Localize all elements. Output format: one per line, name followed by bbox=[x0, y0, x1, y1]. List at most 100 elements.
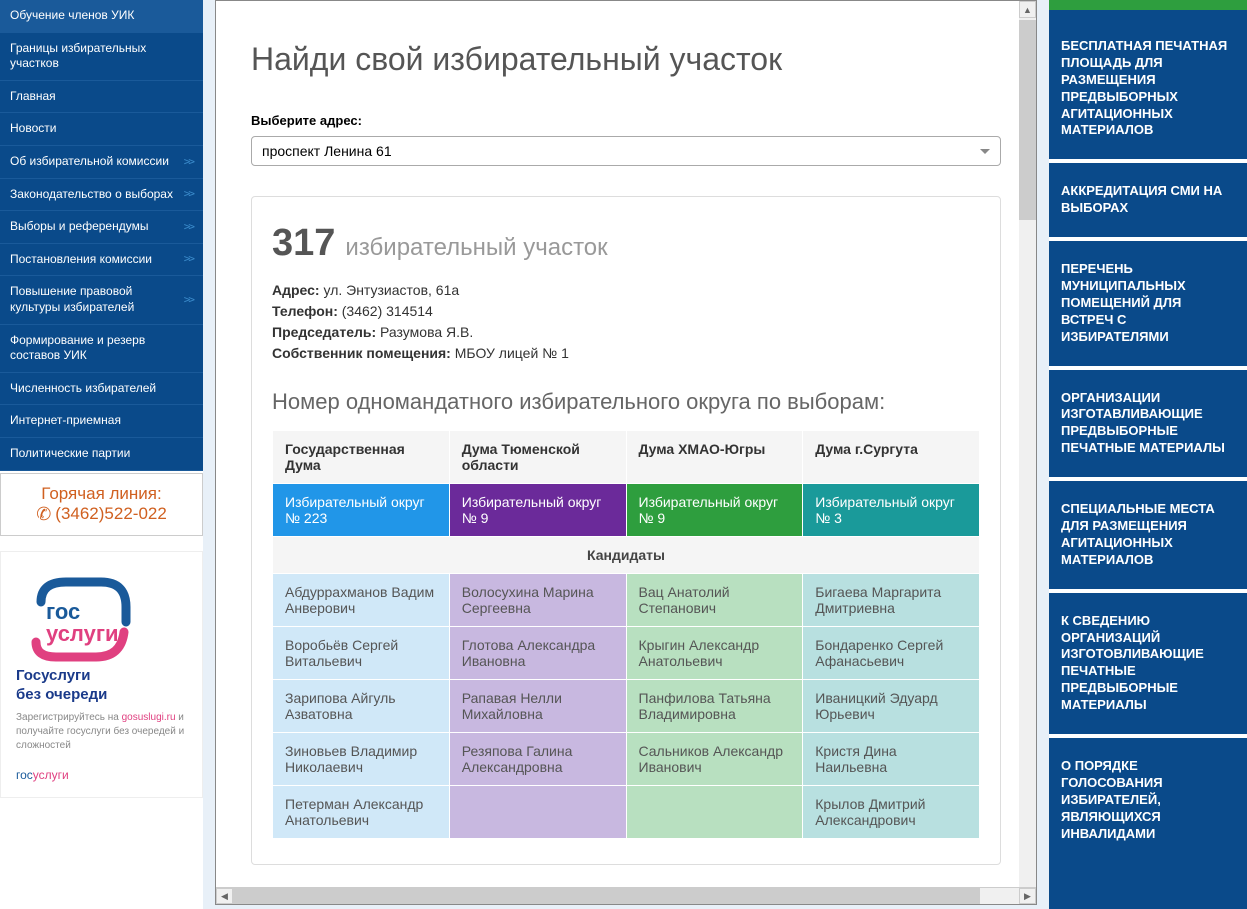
address-select[interactable]: проспект Ленина 61 bbox=[251, 136, 1001, 166]
nav-item-11[interactable]: Интернет-приемная bbox=[0, 405, 203, 438]
candidate-cell: Воробьёв Сергей Витальевич bbox=[273, 627, 450, 680]
nav-item-0[interactable]: Обучение членов УИК bbox=[0, 0, 203, 33]
content-scroll[interactable]: Найди свой избирательный участок Выберит… bbox=[216, 1, 1036, 887]
candidate-cell: Сальников Александр Иванович bbox=[626, 733, 803, 786]
nav-item-2[interactable]: Главная bbox=[0, 81, 203, 114]
nav-item-label: Повышение правовой культуры избирателей bbox=[10, 284, 184, 315]
chevron-right-icon: >> bbox=[184, 252, 193, 266]
nav-item-4[interactable]: Об избирательной комиссии>> bbox=[0, 146, 203, 179]
nav-item-10[interactable]: Численность избирателей bbox=[0, 373, 203, 406]
right-nav-item-3[interactable]: ОРГАНИЗАЦИИ ИЗГОТАВЛИВАЮЩИЕ ПРЕДВЫБОРНЫЕ… bbox=[1049, 380, 1247, 468]
scroll-left-icon[interactable]: ◀ bbox=[216, 888, 233, 904]
horizontal-scrollbar[interactable]: ◀ ▶ bbox=[216, 887, 1036, 904]
right-nav-item-6[interactable]: О ПОРЯДКЕ ГОЛОСОВАНИЯ ИЗБИРАТЕЛЕЙ, ЯВЛЯЮ… bbox=[1049, 748, 1247, 852]
nav-item-7[interactable]: Постановления комиссии >> bbox=[0, 244, 203, 277]
nav-item-label: Обучение членов УИК bbox=[10, 8, 134, 24]
info-chairperson: Председатель: Разумова Я.В. bbox=[272, 322, 980, 343]
right-sidebar: БЕСПЛАТНАЯ ПЕЧАТНАЯ ПЛОЩАДЬ ДЛЯ РАЗМЕЩЕН… bbox=[1049, 0, 1247, 909]
candidate-row: Зиновьев Владимир НиколаевичРезяпова Гал… bbox=[273, 733, 980, 786]
right-nav-item-2[interactable]: ПЕРЕЧЕНЬ МУНИЦИПАЛЬНЫХ ПОМЕЩЕНИЙ ДЛЯ ВСТ… bbox=[1049, 251, 1247, 355]
candidate-cell: Волосухина Марина Сергеевна bbox=[449, 574, 626, 627]
nav-item-label: Формирование и резерв составов УИК bbox=[10, 333, 193, 364]
nav-item-3[interactable]: Новости bbox=[0, 113, 203, 146]
candidate-cell: Зарипова Айгуль Азватовна bbox=[273, 680, 450, 733]
banner-text: Зарегистрируйтесь на gosuslugi.ru и полу… bbox=[16, 711, 187, 753]
right-separator bbox=[1049, 589, 1247, 593]
address-value: проспект Ленина 61 bbox=[262, 143, 392, 159]
page-root: Обучение членов УИК Границы избирательных… bbox=[0, 0, 1247, 909]
scroll-right-icon[interactable]: ▶ bbox=[1019, 888, 1036, 904]
right-nav-item-1[interactable]: АККРЕДИТАЦИЯ СМИ НА ВЫБОРАХ bbox=[1049, 173, 1247, 227]
banner-title: Госуслуги bbox=[16, 667, 187, 684]
center-column: Найди свой избирательный участок Выберит… bbox=[203, 0, 1049, 909]
right-separator bbox=[1049, 734, 1247, 738]
result-panel: 317 избирательный участок Адрес: ул. Энт… bbox=[251, 196, 1001, 865]
scroll-thumb-v[interactable] bbox=[1019, 20, 1036, 220]
districts-heading: Номер одномандатного избирательного окру… bbox=[272, 389, 980, 415]
nav-item-1[interactable]: Границы избирательных участков bbox=[0, 33, 203, 81]
candidate-cell: Петерман Александр Анатольевич bbox=[273, 786, 450, 839]
right-separator bbox=[1049, 159, 1247, 163]
candidate-cell: Крылов Дмитрий Александрович bbox=[803, 786, 980, 839]
nav-item-label: Новости bbox=[10, 121, 56, 137]
right-top-accent bbox=[1049, 0, 1247, 10]
candidate-row: Петерман Александр Анатольевич Крылов Дми… bbox=[273, 786, 980, 839]
table-header-2: Дума ХМАО-Югры bbox=[626, 431, 803, 484]
nav-item-label: Интернет-приемная bbox=[10, 413, 121, 429]
nav-item-9[interactable]: Формирование и резерв составов УИК bbox=[0, 325, 203, 373]
chevron-right-icon: >> bbox=[184, 187, 193, 201]
candidate-row: Воробьёв Сергей ВитальевичГлотова Алекса… bbox=[273, 627, 980, 680]
candidate-cell: Бигаева Маргарита Дмитриевна bbox=[803, 574, 980, 627]
station-number: 317 bbox=[272, 222, 335, 265]
candidates-header: Кандидаты bbox=[273, 537, 980, 574]
nav-item-label: Законодательство о выборах bbox=[10, 187, 173, 203]
table-header-3: Дума г.Сургута bbox=[803, 431, 980, 484]
right-separator bbox=[1049, 477, 1247, 481]
phone-icon: ✆ bbox=[36, 504, 51, 525]
chevron-right-icon: >> bbox=[184, 293, 193, 307]
gosuslugi-logo: гос услуги bbox=[16, 567, 146, 667]
banner-subtitle: без очереди bbox=[16, 686, 187, 703]
station-label: избирательный участок bbox=[345, 234, 607, 262]
content-frame: Найди свой избирательный участок Выберит… bbox=[215, 0, 1037, 905]
nav-item-label: Численность избирателей bbox=[10, 381, 156, 397]
right-nav-item-5[interactable]: К СВЕДЕНИЮ ОРГАНИЗАЦИЙ ИЗГОТОВЛИВАЮЩИЕ П… bbox=[1049, 603, 1247, 724]
hotline-box: Горячая линия: ✆ (3462)522-022 bbox=[0, 473, 203, 536]
candidate-cell: Зиновьев Владимир Николаевич bbox=[273, 733, 450, 786]
gosuslugi-link[interactable]: gosuslugi.ru bbox=[122, 712, 176, 723]
table-header-0: Государственная Дума bbox=[273, 431, 450, 484]
scroll-thumb-h[interactable] bbox=[233, 888, 980, 904]
right-separator bbox=[1049, 237, 1247, 241]
nav-item-5[interactable]: Законодательство о выборах >> bbox=[0, 179, 203, 212]
candidate-cell: Глотова Александра Ивановна bbox=[449, 627, 626, 680]
candidate-cell: Иваницкий Эдуард Юрьевич bbox=[803, 680, 980, 733]
info-address: Адрес: ул. Энтузиастов, 61а bbox=[272, 280, 980, 301]
nav-item-label: Выборы и референдумы bbox=[10, 219, 148, 235]
info-owner: Собственник помещения: МБОУ лицей № 1 bbox=[272, 343, 980, 364]
nav-item-8[interactable]: Повышение правовой культуры избирателей>… bbox=[0, 276, 203, 324]
candidate-cell bbox=[626, 786, 803, 839]
candidate-row: Абдуррахманов Вадим АнверовичВолосухина … bbox=[273, 574, 980, 627]
nav-item-12[interactable]: Политические партии bbox=[0, 438, 203, 471]
nav-item-label: Об избирательной комиссии bbox=[10, 154, 169, 170]
vertical-scrollbar[interactable]: ▲ bbox=[1019, 1, 1036, 887]
right-separator bbox=[1049, 366, 1247, 370]
hotline-number: (3462)522-022 bbox=[55, 504, 167, 524]
district-cell-2: Избирательный округ № 9 bbox=[626, 484, 803, 537]
nav-item-6[interactable]: Выборы и референдумы>> bbox=[0, 211, 203, 244]
candidate-cell: Панфилова Татьяна Владимировна bbox=[626, 680, 803, 733]
district-cell-0: Избирательный округ № 223 bbox=[273, 484, 450, 537]
candidate-cell: Рапавая Нелли Михайловна bbox=[449, 680, 626, 733]
nav-item-label: Постановления комиссии bbox=[10, 252, 152, 268]
district-cell-3: Избирательный округ № 3 bbox=[803, 484, 980, 537]
scroll-up-icon[interactable]: ▲ bbox=[1019, 1, 1036, 18]
candidate-row: Зарипова Айгуль АзватовнаРапавая Нелли М… bbox=[273, 680, 980, 733]
gosuslugi-banner[interactable]: гос услуги Госуслуги без очереди Зарегис… bbox=[0, 551, 203, 798]
candidate-cell bbox=[449, 786, 626, 839]
candidate-cell: Вац Анатолий Степанович bbox=[626, 574, 803, 627]
svg-text:услуги: услуги bbox=[46, 621, 119, 646]
district-cell-1: Избирательный округ № 9 bbox=[449, 484, 626, 537]
page-title: Найди свой избирательный участок bbox=[251, 41, 1001, 78]
right-nav-item-4[interactable]: СПЕЦИАЛЬНЫЕ МЕСТА ДЛЯ РАЗМЕЩЕНИЯ АГИТАЦИ… bbox=[1049, 491, 1247, 579]
right-nav-item-0[interactable]: БЕСПЛАТНАЯ ПЕЧАТНАЯ ПЛОЩАДЬ ДЛЯ РАЗМЕЩЕН… bbox=[1049, 28, 1247, 149]
